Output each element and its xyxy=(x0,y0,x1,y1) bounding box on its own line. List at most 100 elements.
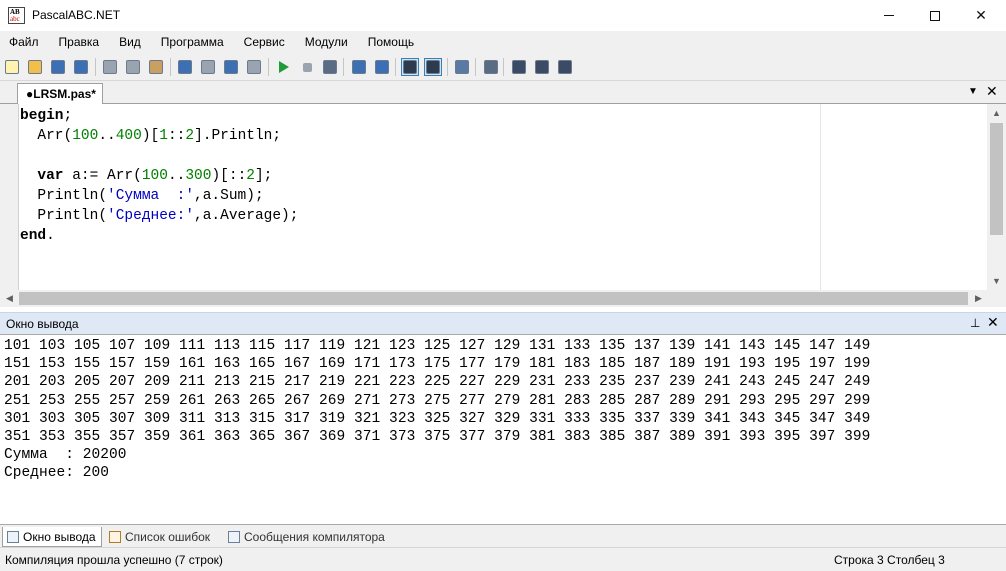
output-panel-header: Окно вывода ⊥ ✕ xyxy=(0,312,1006,334)
tab-lrsm-pas[interactable]: ●LRSM.pas* xyxy=(17,83,103,104)
toolbar-separator xyxy=(268,58,269,76)
module-c-icon xyxy=(558,60,572,74)
scroll-up-icon[interactable]: ▲ xyxy=(992,108,1001,118)
pin-icon[interactable]: ⊥ xyxy=(970,316,980,330)
code-text[interactable]: begin; Arr(100..400)[1::2].Println; var … xyxy=(20,106,298,246)
cut-button[interactable] xyxy=(101,58,119,76)
output-panel-title: Окно вывода xyxy=(6,317,79,331)
editor-gutter xyxy=(0,104,19,290)
copy-button[interactable] xyxy=(124,58,142,76)
format-left-icon xyxy=(224,60,238,74)
paste-button[interactable] xyxy=(147,58,165,76)
close-window-button[interactable]: ✕ xyxy=(958,0,1004,31)
menu-item-4[interactable]: Сервис xyxy=(244,35,285,49)
redo-button[interactable] xyxy=(199,58,217,76)
bottom-panel-tabs: Окно вывода Список ошибок Сообщения комп… xyxy=(0,524,1006,547)
new-file-button[interactable] xyxy=(3,58,21,76)
copy-icon xyxy=(126,60,140,74)
open-icon xyxy=(28,60,42,74)
paste-icon xyxy=(149,60,163,74)
output-window[interactable]: 101 103 105 107 109 111 113 115 117 119 … xyxy=(0,334,1006,524)
menu-item-6[interactable]: Помощь xyxy=(368,35,414,49)
toolbar-separator xyxy=(503,58,504,76)
maximize-icon xyxy=(930,10,940,21)
undo-icon xyxy=(178,60,192,74)
document-tab-strip: ●LRSM.pas* ▼ ✕ xyxy=(0,81,1006,104)
output-line: Среднее: 200 xyxy=(4,465,110,482)
right-margin-line xyxy=(820,104,821,290)
menu-item-3[interactable]: Программа xyxy=(161,35,224,49)
tab-compiler-messages[interactable]: Сообщения компилятора xyxy=(224,527,399,547)
save-icon xyxy=(51,60,65,74)
module-b-icon xyxy=(535,60,549,74)
grid-button[interactable] xyxy=(482,58,500,76)
output-line: Сумма : 20200 xyxy=(4,447,127,464)
run-icon xyxy=(279,61,289,73)
minimize-button[interactable] xyxy=(866,0,912,31)
pascal-app-icon: AB abc xyxy=(8,7,25,24)
window-title: PascalABC.NET xyxy=(32,8,121,22)
code-line: Println('Среднее:',a.Average); xyxy=(20,208,299,224)
tab-error-list[interactable]: Список ошибок xyxy=(105,527,221,547)
uncomment-button[interactable] xyxy=(373,58,391,76)
close-tab-icon[interactable]: ✕ xyxy=(986,83,998,100)
output-text: 101 103 105 107 109 111 113 115 117 119 … xyxy=(4,337,870,483)
vertical-scroll-thumb[interactable] xyxy=(990,123,1003,235)
scroll-down-icon[interactable]: ▼ xyxy=(992,276,1001,286)
run-button[interactable] xyxy=(275,58,293,76)
comment-button[interactable] xyxy=(350,58,368,76)
menu-item-0[interactable]: Файл xyxy=(9,35,39,49)
navigate-button[interactable] xyxy=(453,58,471,76)
debug-button[interactable] xyxy=(321,58,339,76)
console-button[interactable] xyxy=(401,58,419,76)
tab-compiler-messages-label: Сообщения компилятора xyxy=(244,530,385,544)
scroll-left-icon[interactable]: ◀ xyxy=(6,293,13,304)
menu-item-1[interactable]: Правка xyxy=(59,35,100,49)
horizontal-scroll-thumb[interactable] xyxy=(19,292,968,305)
module-a-icon xyxy=(512,60,526,74)
compiler-messages-icon xyxy=(228,531,240,543)
navigate-icon xyxy=(455,60,469,74)
status-bar: Компиляция прошла успешно (7 строк) Стро… xyxy=(0,547,1006,571)
comment-icon xyxy=(352,60,366,74)
menu-item-2[interactable]: Вид xyxy=(119,35,141,49)
output-window-icon xyxy=(7,530,19,543)
format-right-button[interactable] xyxy=(245,58,263,76)
cut-icon xyxy=(103,60,117,74)
editor-horizontal-scrollbar[interactable]: ◀ ▶ xyxy=(0,290,1006,307)
scroll-right-icon[interactable]: ▶ xyxy=(975,293,982,304)
close-output-icon[interactable]: ✕ xyxy=(987,314,999,331)
redo-icon xyxy=(201,60,215,74)
module-b-button[interactable] xyxy=(533,58,551,76)
code-editor[interactable]: begin; Arr(100..400)[1::2].Println; var … xyxy=(0,104,1006,290)
stop-button[interactable] xyxy=(298,58,316,76)
output-line: 201 203 205 207 209 211 213 215 217 219 … xyxy=(4,374,871,391)
save-all-button[interactable] xyxy=(72,58,90,76)
module-a-button[interactable] xyxy=(510,58,528,76)
output-line: 301 303 305 307 309 311 313 315 317 319 … xyxy=(4,410,871,427)
tab-list-dropdown-icon[interactable]: ▼ xyxy=(968,86,978,97)
code-line: begin; xyxy=(20,108,73,124)
debug-icon xyxy=(323,60,337,74)
open-button[interactable] xyxy=(26,58,44,76)
maximize-button[interactable] xyxy=(912,0,958,31)
text-icon xyxy=(426,60,440,74)
toolbar-separator xyxy=(475,58,476,76)
output-line: 251 253 255 257 259 261 263 265 267 269 … xyxy=(4,392,871,409)
text-button[interactable] xyxy=(424,58,442,76)
grid-icon xyxy=(484,60,498,74)
toolbar-separator xyxy=(95,58,96,76)
save-button[interactable] xyxy=(49,58,67,76)
title-bar: AB abc PascalABC.NET ✕ xyxy=(0,0,1006,31)
close-icon: ✕ xyxy=(975,7,987,23)
undo-button[interactable] xyxy=(176,58,194,76)
format-left-button[interactable] xyxy=(222,58,240,76)
output-line: 151 153 155 157 159 161 163 165 167 169 … xyxy=(4,356,871,373)
tab-output-window[interactable]: Окно вывода xyxy=(2,527,102,547)
code-line: Println('Сумма :',a.Sum); xyxy=(20,188,264,204)
module-c-button[interactable] xyxy=(556,58,574,76)
tab-output-window-label: Окно вывода xyxy=(23,529,96,544)
toolbar-separator xyxy=(343,58,344,76)
editor-vertical-scrollbar[interactable]: ▲ ▼ xyxy=(987,104,1006,290)
menu-item-5[interactable]: Модули xyxy=(305,35,348,49)
